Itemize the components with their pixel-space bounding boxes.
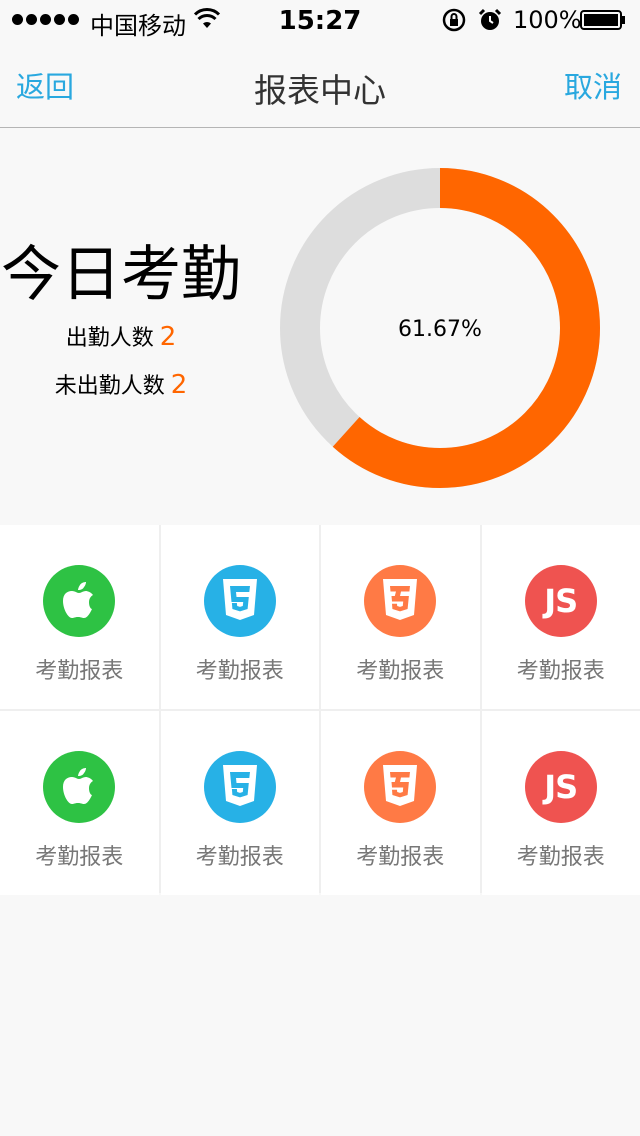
- report-grid: 考勤报表 考勤报表 考勤报表 JS 考勤报表 考勤报表 考勤报表 考勤报表 JS…: [0, 525, 640, 895]
- css3-icon: [364, 565, 437, 637]
- report-label: 考勤报表: [35, 845, 124, 870]
- rotation-lock-icon: [442, 8, 466, 32]
- report-cell[interactable]: 考勤报表: [321, 711, 480, 895]
- alarm-icon: [478, 8, 502, 30]
- attended-count: 出勤人数 2: [0, 320, 242, 352]
- js-glyph: JS: [544, 768, 578, 806]
- attended-value: 2: [159, 322, 177, 352]
- js-icon: JS: [524, 751, 597, 823]
- donut-percent-label: 61.67%: [398, 317, 482, 342]
- attended-label: 出勤人数: [65, 326, 154, 351]
- report-label: 考勤报表: [356, 845, 445, 870]
- cancel-button[interactable]: 取消: [564, 64, 622, 106]
- html5-icon: [203, 751, 276, 823]
- report-label: 考勤报表: [516, 845, 605, 870]
- apple-icon: [43, 751, 116, 823]
- js-glyph: JS: [544, 582, 578, 620]
- report-cell[interactable]: 考勤报表: [0, 711, 159, 895]
- absent-count: 未出勤人数 2: [0, 368, 242, 400]
- report-cell[interactable]: JS 考勤报表: [481, 525, 640, 709]
- report-label: 考勤报表: [516, 659, 605, 684]
- page-title: 报表中心: [254, 71, 386, 110]
- apple-icon: [43, 565, 116, 637]
- battery-icon: [580, 10, 625, 30]
- battery-percent: 100%: [513, 6, 582, 34]
- summary-title: 今日考勤: [1, 240, 241, 310]
- attendance-donut-chart: 61.67%: [280, 168, 600, 488]
- report-cell[interactable]: 考勤报表: [321, 525, 480, 709]
- navigation-bar: 返回 报表中心 取消: [0, 40, 640, 128]
- report-cell[interactable]: 考勤报表: [160, 711, 319, 895]
- absent-value: 2: [170, 370, 188, 400]
- report-label: 考勤报表: [195, 845, 284, 870]
- js-icon: JS: [524, 565, 597, 637]
- report-label: 考勤报表: [195, 659, 284, 684]
- report-cell[interactable]: JS 考勤报表: [481, 711, 640, 895]
- css3-icon: [364, 751, 437, 823]
- report-label: 考勤报表: [35, 659, 124, 684]
- absent-label: 未出勤人数: [54, 374, 165, 399]
- report-label: 考勤报表: [356, 659, 445, 684]
- html5-icon: [203, 565, 276, 637]
- report-cell[interactable]: 考勤报表: [160, 525, 319, 709]
- attendance-summary: 今日考勤 出勤人数 2 未出勤人数 2 61.67%: [0, 128, 640, 525]
- status-bar: 中国移动 15:27 100%: [0, 0, 640, 40]
- report-cell[interactable]: 考勤报表: [0, 525, 159, 709]
